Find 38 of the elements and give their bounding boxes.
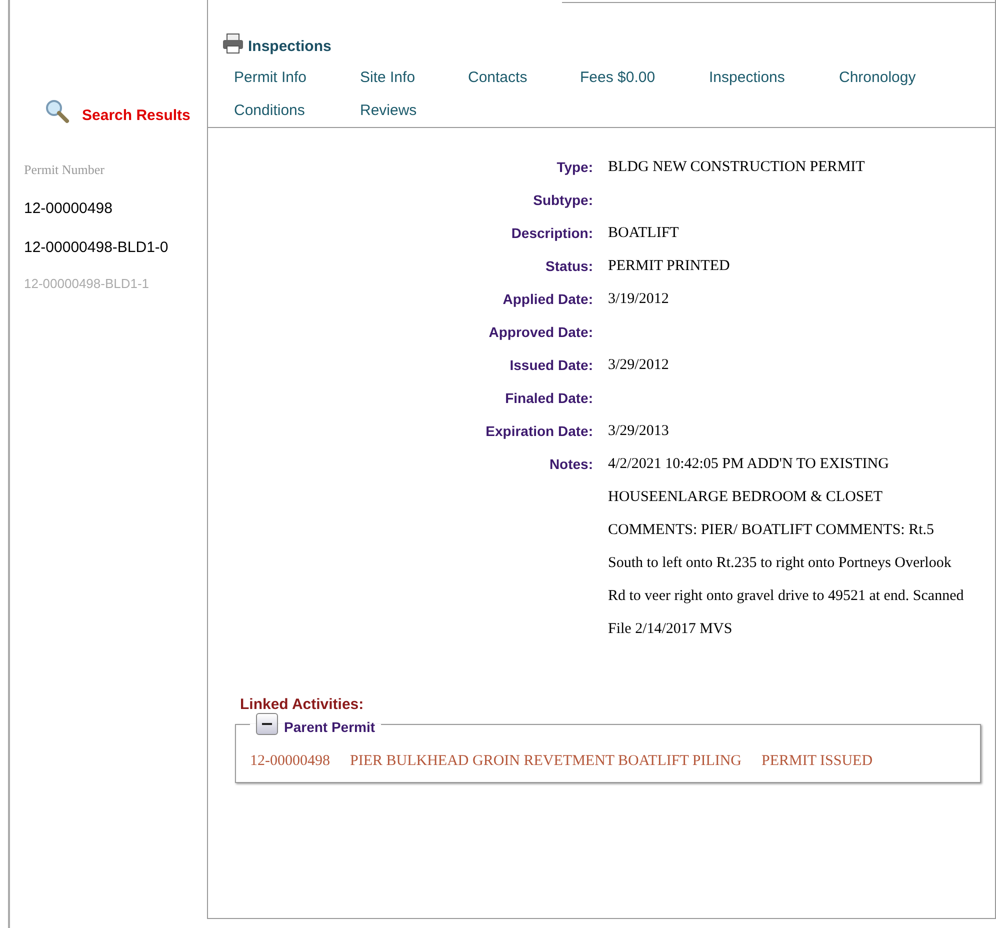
- search-results-heading: Search Results: [82, 107, 190, 124]
- print-inspections-link[interactable]: Inspections: [248, 38, 332, 55]
- tab[interactable]: Chronology: [839, 69, 979, 86]
- field-value: 3/29/2013: [608, 422, 670, 441]
- tab[interactable]: Fees $0.00: [580, 69, 709, 86]
- search-icon: [44, 98, 70, 124]
- field-label: Approved Date:: [488, 323, 593, 342]
- field-label: Expiration Date:: [484, 422, 593, 441]
- field-label: Description:: [510, 224, 593, 243]
- tab[interactable]: Inspections: [709, 69, 839, 86]
- field-value: BLDG NEW CONSTRUCTION PERMIT: [608, 158, 866, 177]
- field-value: 3/29/2012: [608, 356, 670, 375]
- field-label: Issued Date:: [508, 356, 593, 375]
- tab[interactable]: Contacts: [468, 69, 580, 86]
- printer-icon[interactable]: [222, 32, 244, 54]
- permit-link[interactable]: 12-00000498: [24, 200, 206, 217]
- notes-text: 4/2/2021 10:42:05 PM ADD'N TO EXISTING HOUSEENLARGE BEDROOM & CLOSET COMMENTS: PIER/ BOATLIFT COMMENTS: Rt.5 South to left onto Rt.235 to right onto Portneys Overlook Rd to veer right onto gravel drive to 49521 at end. Scanned File 2/14/2017 MVS: [608, 455, 965, 639]
- collapse-button[interactable]: [256, 713, 278, 735]
- column-label: Permit Number: [24, 162, 106, 178]
- parent-permit-label: Parent Permit: [284, 719, 376, 735]
- field-label: Subtype:: [532, 191, 593, 210]
- tab[interactable]: Reviews: [360, 102, 468, 119]
- permit-number[interactable]: 12-00000498: [250, 753, 330, 770]
- permit-status: PERMIT ISSUED: [762, 753, 873, 770]
- linked-activities-heading: Linked Activities:: [240, 696, 365, 713]
- permit-description: PIER BULKHEAD GROIN REVETMENT BOATLIFT PILING: [350, 753, 742, 770]
- field-value: BOATLIFT: [608, 224, 680, 243]
- field-label: Type:: [556, 158, 593, 177]
- field-label: Status:: [544, 257, 593, 276]
- field-label: Notes:: [548, 455, 593, 474]
- field-value: 3/19/2012: [608, 290, 670, 309]
- field-label: Applied Date:: [502, 290, 593, 309]
- field-label: Finaled Date:: [504, 389, 593, 408]
- field-value: PERMIT PRINTED: [608, 257, 731, 276]
- tab[interactable]: Conditions: [234, 102, 360, 119]
- tab[interactable]: Permit Info: [234, 69, 360, 86]
- tab[interactable]: Site Info: [360, 69, 468, 86]
- permit-link[interactable]: 12-00000498-BLD1-0: [24, 239, 206, 256]
